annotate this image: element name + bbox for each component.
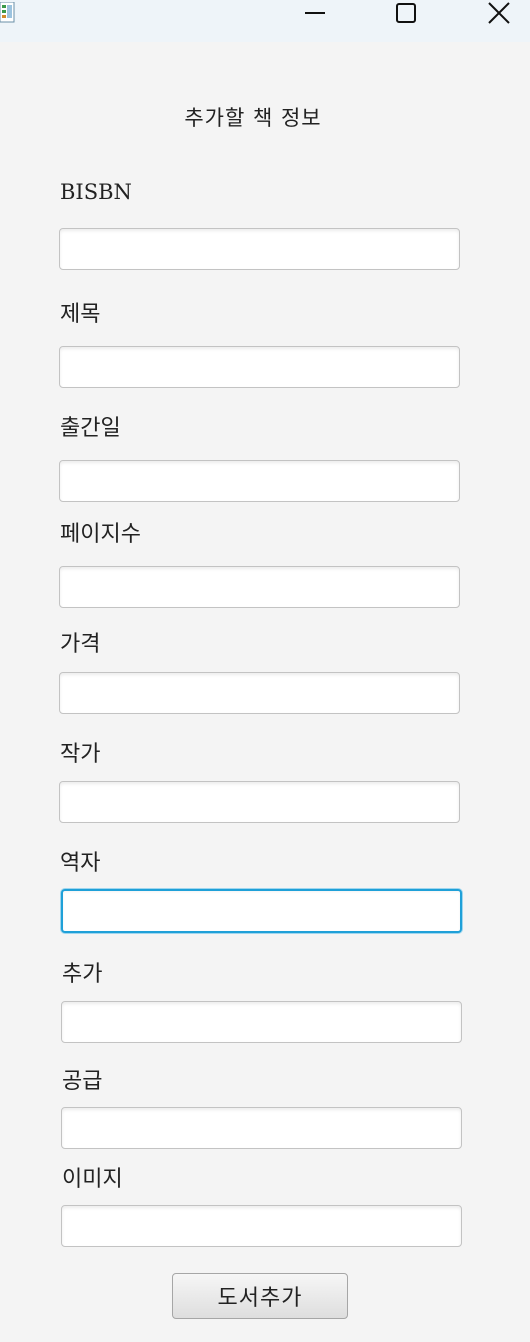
- minimize-icon: [305, 12, 325, 14]
- close-icon: [488, 2, 510, 24]
- label-title: 제목: [60, 302, 101, 327]
- label-price: 가격: [60, 632, 101, 657]
- label-page-count: 페이지수: [60, 522, 141, 547]
- maximize-icon: [396, 3, 416, 23]
- page-count-input[interactable]: [59, 566, 460, 608]
- author-input[interactable]: [59, 781, 460, 823]
- isbn-input[interactable]: [59, 228, 460, 270]
- price-input[interactable]: [59, 672, 460, 714]
- form-title: 추가할 책 정보: [184, 106, 322, 130]
- label-publish-date: 출간일: [60, 416, 121, 441]
- extra-input[interactable]: [61, 1001, 462, 1043]
- app-icon: [0, 1, 18, 24]
- image-input[interactable]: [61, 1205, 462, 1247]
- minimize-button[interactable]: [292, 0, 338, 28]
- label-translator: 역자: [60, 851, 101, 876]
- add-book-button[interactable]: 도서추가: [172, 1273, 348, 1319]
- label-image: 이미지: [62, 1167, 123, 1192]
- translator-input[interactable]: [61, 889, 462, 933]
- supply-input[interactable]: [61, 1107, 462, 1149]
- label-author: 작가: [60, 742, 101, 767]
- window-titlebar[interactable]: [0, 0, 530, 42]
- label-supply: 공급: [62, 1069, 103, 1094]
- close-button[interactable]: [476, 0, 522, 28]
- publish-date-input[interactable]: [59, 460, 460, 502]
- label-isbn: BISBN: [60, 180, 132, 204]
- maximize-button[interactable]: [383, 0, 429, 28]
- title-input[interactable]: [59, 346, 460, 388]
- label-extra: 추가: [62, 962, 103, 987]
